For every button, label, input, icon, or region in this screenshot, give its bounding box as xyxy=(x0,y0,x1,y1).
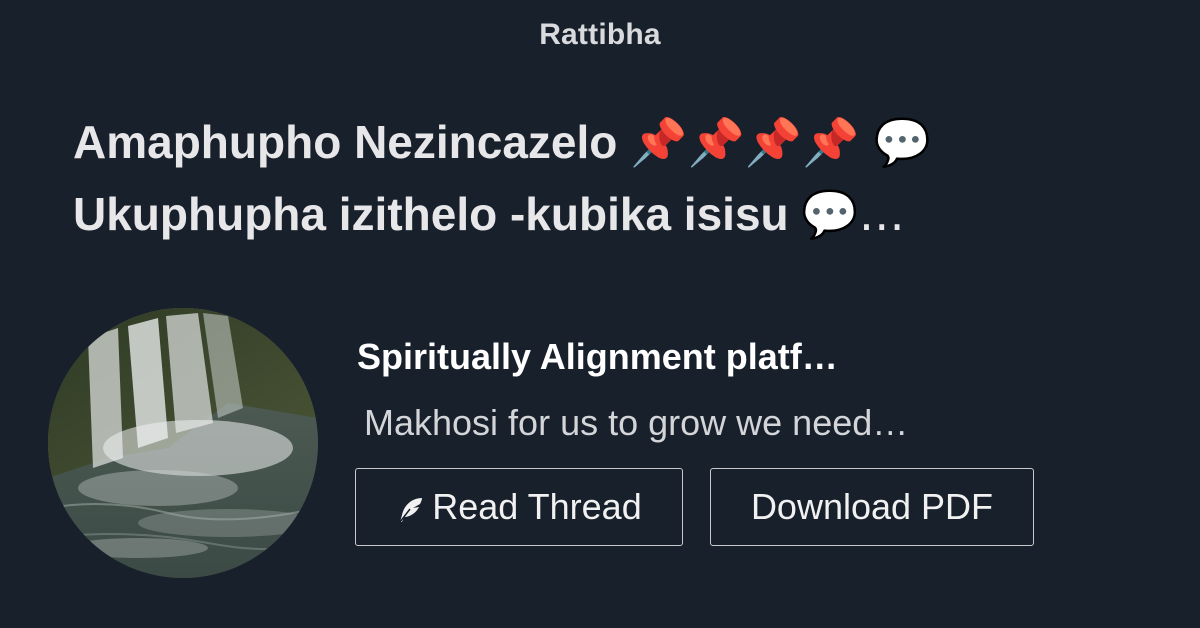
thread-title: Amaphupho Nezincazelo 📌📌📌📌 💬 Ukuphupha i… xyxy=(73,106,1073,250)
brand-name: Rattibha xyxy=(539,18,661,51)
download-pdf-button[interactable]: Download PDF xyxy=(710,468,1034,546)
thread-title-line2-text: Ukuphupha izithelo -kubika isisu xyxy=(73,188,789,240)
read-thread-button[interactable]: Read Thread xyxy=(355,468,683,546)
waterfall-photo-icon xyxy=(48,308,318,578)
feather-icon xyxy=(399,498,423,523)
read-thread-label: Read Thread xyxy=(432,486,642,527)
download-pdf-label: Download PDF xyxy=(750,486,994,527)
thread-snippet: Makhosi for us to grow we need… xyxy=(364,402,909,443)
thread-title-line1: Amaphupho Nezincazelo 📌📌📌📌 💬 xyxy=(73,115,932,169)
thread-title-line1-text: Amaphupho Nezincazelo xyxy=(73,116,618,168)
thread-title-line2: Ukuphupha izithelo -kubika isisu 💬… xyxy=(73,187,905,241)
pin-emoji-icons: 📌📌📌📌 💬 xyxy=(630,115,932,169)
speech-bubble-emoji-icon: 💬… xyxy=(801,187,905,241)
author-name[interactable]: Spiritually Alignment platf… xyxy=(357,336,838,378)
avatar xyxy=(48,308,318,578)
